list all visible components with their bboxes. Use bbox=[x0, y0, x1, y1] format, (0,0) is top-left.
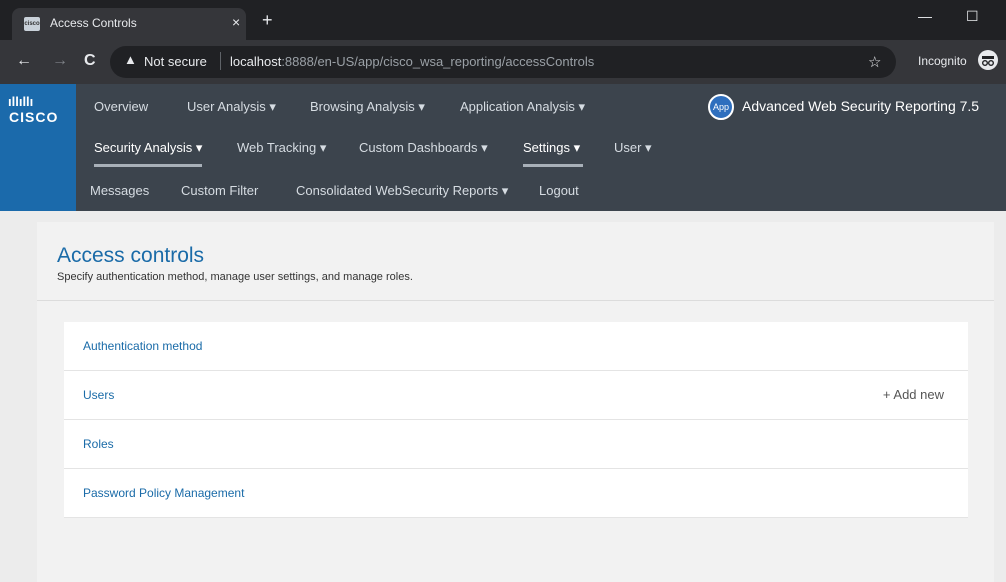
browser-tab[interactable]: cisco Access Controls × bbox=[12, 8, 246, 40]
url-text[interactable]: localhost:8888/en-US/app/cisco_wsa_repor… bbox=[230, 54, 594, 69]
new-tab-button[interactable]: + bbox=[262, 11, 273, 29]
app-navigation: ıllıllı CISCO Overview User Analysis ▾ B… bbox=[0, 84, 1006, 211]
nav-messages[interactable]: Messages bbox=[90, 183, 149, 198]
nav-custom-filter[interactable]: Custom Filter bbox=[181, 183, 258, 198]
access-controls-list: Authentication method Users + Add new Ro… bbox=[64, 322, 968, 518]
tab-title: Access Controls bbox=[50, 16, 137, 30]
cisco-logo-text: CISCO bbox=[9, 109, 59, 125]
browser-titlebar: cisco Access Controls × + — ☐ bbox=[0, 0, 1006, 40]
nav-settings[interactable]: Settings ▾ bbox=[523, 140, 580, 156]
cisco-logo-bars-icon: ıllıllı bbox=[8, 94, 34, 109]
nav-security-analysis[interactable]: Security Analysis ▾ bbox=[94, 140, 202, 156]
bookmark-star-icon[interactable]: ☆ bbox=[868, 53, 881, 71]
url-host: localhost bbox=[230, 54, 282, 69]
list-item-roles[interactable]: Roles bbox=[64, 420, 968, 469]
nav-consolidated-reports[interactable]: Consolidated WebSecurity Reports ▾ bbox=[296, 183, 508, 199]
roles-link[interactable]: Roles bbox=[83, 437, 114, 451]
back-icon[interactable]: ← bbox=[16, 52, 32, 70]
address-bar[interactable]: ▲ Not secure localhost:8888/en-US/app/ci… bbox=[110, 46, 896, 78]
nav-browsing-analysis[interactable]: Browsing Analysis ▾ bbox=[310, 99, 425, 115]
cisco-logo[interactable]: ıllıllı CISCO bbox=[0, 84, 76, 211]
nav-overview[interactable]: Overview bbox=[94, 99, 148, 114]
list-item-authentication-method[interactable]: Authentication method bbox=[64, 322, 968, 371]
nav-settings-underline bbox=[523, 164, 583, 167]
cisco-favicon-icon: cisco bbox=[24, 17, 40, 31]
password-policy-link[interactable]: Password Policy Management bbox=[83, 486, 244, 500]
app-title: Advanced Web Security Reporting 7.5 bbox=[742, 98, 980, 114]
incognito-label: Incognito bbox=[918, 54, 967, 68]
list-item-password-policy[interactable]: Password Policy Management bbox=[64, 469, 968, 518]
url-path: :8888/en-US/app/cisco_wsa_reporting/acce… bbox=[281, 54, 595, 69]
tab-close-icon[interactable]: × bbox=[232, 14, 240, 30]
nav-web-tracking[interactable]: Web Tracking ▾ bbox=[237, 140, 326, 156]
incognito-icon[interactable] bbox=[978, 50, 998, 70]
nav-user-analysis[interactable]: User Analysis ▾ bbox=[187, 99, 276, 115]
nav-application-analysis[interactable]: Application Analysis ▾ bbox=[460, 99, 585, 115]
address-separator bbox=[220, 52, 221, 70]
forward-icon[interactable]: → bbox=[52, 52, 68, 70]
nav-custom-dashboards[interactable]: Custom Dashboards ▾ bbox=[359, 140, 488, 156]
minimize-button[interactable]: — bbox=[918, 8, 932, 24]
maximize-button[interactable]: ☐ bbox=[966, 8, 979, 25]
header-divider bbox=[37, 300, 994, 301]
nav-logout[interactable]: Logout bbox=[539, 183, 579, 198]
browser-toolbar: ← → C ▲ Not secure localhost:8888/en-US/… bbox=[0, 40, 1006, 84]
users-link[interactable]: Users bbox=[83, 388, 114, 402]
page-title: Access controls bbox=[57, 244, 205, 267]
page-subtitle: Specify authentication method, manage us… bbox=[57, 271, 413, 283]
add-new-user-button[interactable]: + Add new bbox=[883, 387, 944, 402]
warning-icon[interactable]: ▲ bbox=[124, 52, 137, 67]
reload-icon[interactable]: C bbox=[84, 52, 96, 70]
nav-user[interactable]: User ▾ bbox=[614, 140, 652, 156]
app-badge-icon[interactable]: App bbox=[708, 94, 734, 120]
list-item-users[interactable]: Users + Add new bbox=[64, 371, 968, 420]
authentication-method-link[interactable]: Authentication method bbox=[83, 339, 202, 353]
not-secure-label[interactable]: Not secure bbox=[144, 54, 207, 69]
access-controls-panel: Access controls Specify authentication m… bbox=[37, 222, 994, 582]
nav-active-underline bbox=[94, 164, 202, 167]
